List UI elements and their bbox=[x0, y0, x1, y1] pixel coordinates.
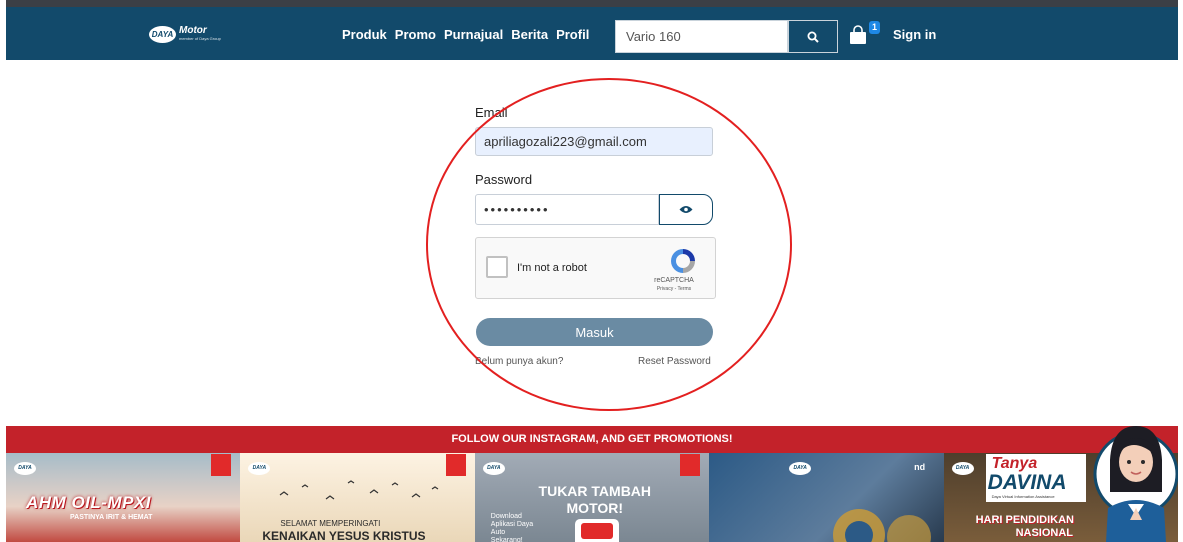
daya-motor-logo[interactable]: DAYA Motor member of Daya Group bbox=[149, 22, 231, 46]
recaptcha-checkbox[interactable] bbox=[486, 256, 508, 278]
logo-name: Motor bbox=[179, 25, 207, 36]
main-nav: Produk Promo Purnajual Berita Profil bbox=[342, 27, 589, 42]
logo-text: Motor member of Daya Group bbox=[179, 26, 221, 42]
birds-illustration-icon bbox=[280, 480, 439, 500]
password-label: Password bbox=[475, 172, 533, 187]
browser-top-strip bbox=[6, 0, 1178, 7]
shopping-bag-icon bbox=[850, 25, 866, 44]
honda-logo-icon bbox=[680, 454, 701, 476]
nav-item-produk[interactable]: Produk bbox=[342, 27, 387, 42]
eye-icon bbox=[679, 206, 693, 213]
instagram-banner: FOLLOW OUR INSTAGRAM, AND GET PROMOTIONS… bbox=[6, 426, 1178, 453]
login-button[interactable]: Masuk bbox=[476, 318, 713, 346]
post-1-title: AHM OIL-MPXI bbox=[26, 493, 151, 512]
daya-mini-logo: DAYA bbox=[951, 462, 974, 475]
logo-tagline: member of Daya Group bbox=[179, 36, 221, 41]
post-5-line2: DAVINA bbox=[987, 471, 1067, 494]
virtual-assistant-avatar[interactable] bbox=[1088, 412, 1178, 542]
instagram-post-1[interactable]: DAYA AHM OIL-MPXI PASTINYA IRIT & HEMAT bbox=[6, 453, 241, 542]
password-field[interactable] bbox=[475, 194, 659, 225]
daya-mini-logo: DAYA bbox=[482, 462, 505, 475]
nav-item-profil[interactable]: Profil bbox=[556, 27, 589, 42]
search-icon bbox=[807, 31, 819, 43]
recaptcha-widget: I'm not a robot reCAPTCHA Privacy - Term… bbox=[475, 237, 716, 299]
post-2-line1: SELAMAT MEMPERINGATI bbox=[280, 519, 381, 528]
nav-item-purnajual[interactable]: Purnajual bbox=[444, 27, 503, 42]
post-1-subtitle: PASTINYA IRIT & HEMAT bbox=[70, 514, 153, 521]
instagram-post-4[interactable]: DAYA nd bbox=[709, 453, 944, 542]
phone-illustration bbox=[574, 519, 619, 542]
cart-count-badge: 1 bbox=[869, 21, 880, 34]
recaptcha-links[interactable]: Privacy - Terms bbox=[636, 286, 712, 292]
post-4-caption: nd bbox=[914, 462, 926, 472]
nav-item-berita[interactable]: Berita bbox=[511, 27, 548, 42]
cart-button[interactable]: 1 bbox=[849, 21, 880, 46]
recaptcha-brand: reCAPTCHA bbox=[654, 277, 694, 284]
post-3-title: TUKAR TAMBAH MOTOR! bbox=[538, 483, 652, 516]
toggle-password-button[interactable] bbox=[659, 194, 713, 225]
reset-password-link[interactable]: Reset Password bbox=[638, 356, 711, 367]
instagram-post-3[interactable]: DAYA TUKAR TAMBAH MOTOR! Download Aplika… bbox=[474, 453, 710, 542]
daya-mini-logo: DAYA bbox=[14, 462, 36, 475]
logo-mark: DAYA bbox=[149, 25, 176, 43]
recaptcha-logo-icon bbox=[671, 249, 695, 273]
post-3-side-text: Download Aplikasi Daya Auto Sekarang! bbox=[490, 513, 534, 542]
instagram-gallery: DAYA AHM OIL-MPXI PASTINYA IRIT & HEMAT … bbox=[6, 453, 1178, 542]
nav-item-promo[interactable]: Promo bbox=[395, 27, 436, 42]
post-5-line3: HARI PENDIDIKAN bbox=[975, 514, 1074, 526]
search-button[interactable] bbox=[788, 20, 838, 53]
email-label: Email bbox=[475, 105, 508, 120]
instagram-post-2[interactable]: DAYA SELAMAT MEMPERINGATI KENAIKAN YESUS… bbox=[240, 453, 475, 542]
sign-in-link[interactable]: Sign in bbox=[893, 27, 936, 42]
post-5-line4: NASIONAL bbox=[1015, 527, 1074, 539]
honda-logo-icon bbox=[211, 454, 232, 476]
post-2-line2: KENAIKAN YESUS KRISTUS bbox=[262, 529, 426, 542]
search-input[interactable] bbox=[615, 20, 788, 53]
email-field[interactable] bbox=[475, 127, 713, 156]
anniversary-number-illustration bbox=[833, 509, 932, 542]
recaptcha-label: I'm not a robot bbox=[517, 262, 587, 274]
post-5-tagline: Daya Virtual Information Assistance bbox=[991, 494, 1055, 499]
register-link[interactable]: Belum punya akun? bbox=[475, 356, 563, 367]
